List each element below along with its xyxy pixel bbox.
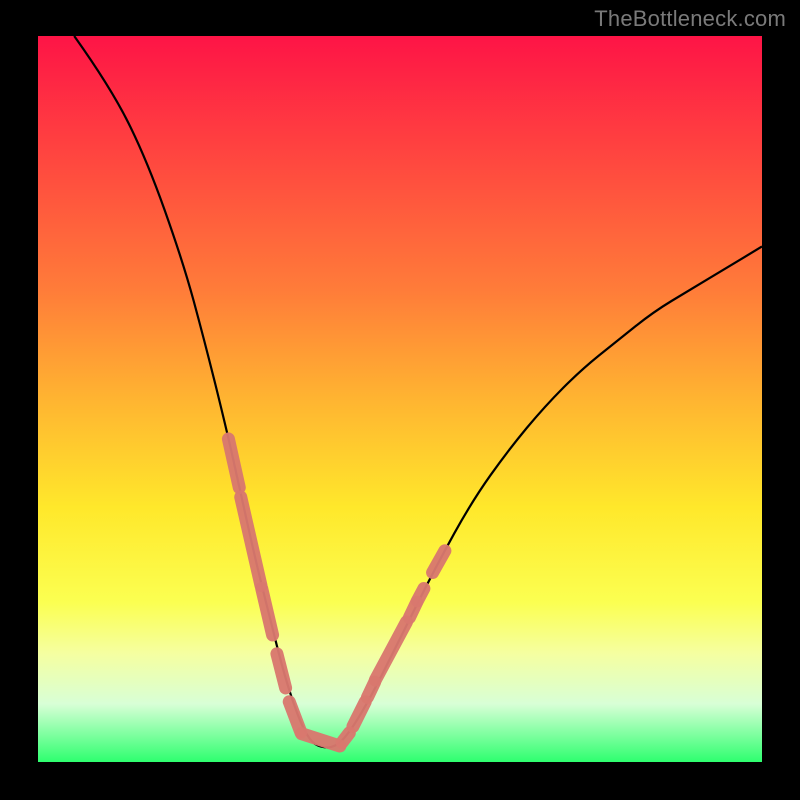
highlight-segment [342,733,349,742]
highlight-segment [277,654,286,688]
highlight-segment [433,551,445,573]
chart-svg [38,36,762,762]
highlight-segment [289,702,301,732]
highlight-segment [417,588,424,600]
plot-area [38,36,762,762]
highlight-segment [353,702,365,727]
chart-frame: TheBottleneck.com [0,0,800,800]
highlight-segment [302,734,340,746]
bottleneck-curve [74,36,762,748]
highlight-group [228,439,444,746]
highlight-segment [241,497,261,586]
curve-group [74,36,762,748]
watermark-text: TheBottleneck.com [594,6,786,32]
highlight-segment [262,588,273,634]
highlight-segment [375,622,406,680]
highlight-segment [228,439,239,488]
